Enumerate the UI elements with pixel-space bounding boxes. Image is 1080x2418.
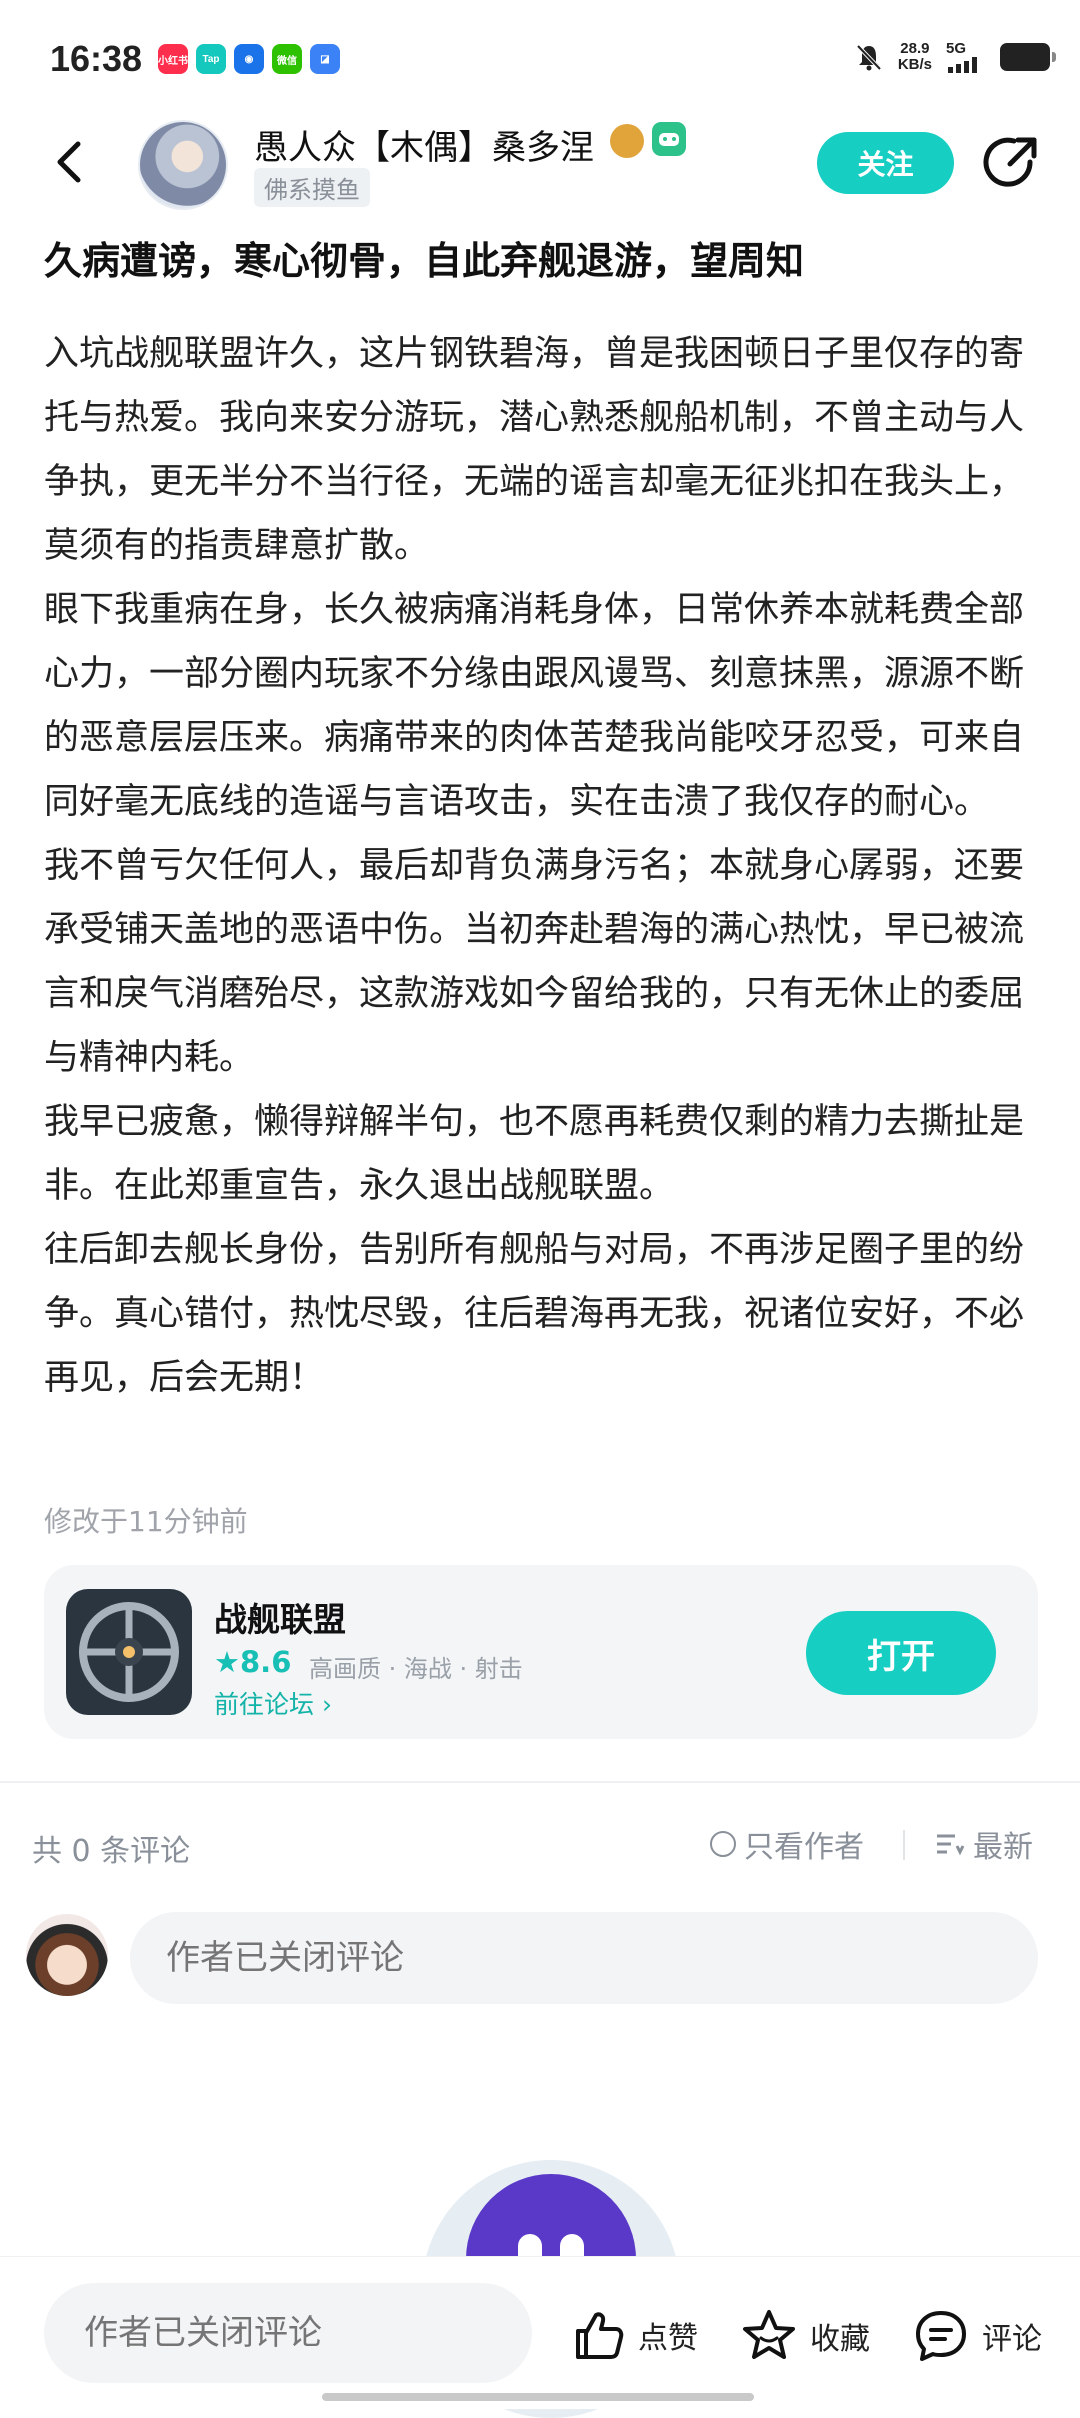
comment-bubble-icon	[916, 2311, 966, 2361]
game-forum-link[interactable]: 前往论坛 ›	[214, 1685, 332, 1721]
signal-icon	[948, 57, 977, 73]
network-type: 5G	[946, 40, 967, 57]
author-only-toggle[interactable]: 只看作者	[710, 1822, 864, 1866]
network-speed: 28.9 KB/s	[897, 39, 932, 73]
edited-timestamp: 修改于11分钟前	[44, 1505, 248, 1538]
share-icon[interactable]	[980, 132, 1042, 194]
comment-button[interactable]: 评论	[912, 2307, 1042, 2365]
notification-app-icons: 小红书 Tap ◉ 微信 ◪	[158, 44, 340, 74]
status-bar: 16:38 小红书 Tap ◉ 微信 ◪ 28.9 KB/s 5G	[0, 0, 1080, 120]
status-time: 16:38	[50, 38, 143, 79]
game-rating-value: 8.6	[240, 1645, 292, 1679]
game-rating: ★ 8.6	[214, 1645, 291, 1679]
comment-label: 评论	[982, 2322, 1042, 2357]
favorite-button[interactable]: 收藏	[740, 2307, 870, 2365]
post-body: 入坑战舰联盟许久，这片钢铁碧海，曾是我困顿日子里仅存的寄托与热爱。我向来安分游玩…	[44, 322, 1044, 1410]
gold-level-badge-icon	[610, 124, 644, 158]
sort-latest-button[interactable]: 最新	[935, 1822, 1033, 1866]
favorite-label: 收藏	[810, 2322, 870, 2357]
taptap-app-icon: Tap	[196, 44, 226, 74]
author-username[interactable]: 愚人众【木偶】桑多涅	[254, 120, 594, 169]
author-only-label: 只看作者	[744, 1830, 864, 1865]
gamepad-icon	[659, 133, 679, 146]
post-paragraph: 往后卸去舰长身份，告别所有舰船与对局，不再涉足圈子里的纷争。真心错付，热忱尽毁，…	[44, 1230, 1025, 1398]
back-arrow-icon[interactable]	[44, 132, 94, 192]
wechat-app-icon: 微信	[272, 44, 302, 74]
game-name: 战舰联盟	[214, 1600, 346, 1639]
circle-app-icon: ◉	[234, 44, 264, 74]
post-paragraph: 入坑战舰联盟许久，这片钢铁碧海，曾是我困顿日子里仅存的寄托与热爱。我向来安分游玩…	[44, 334, 1025, 566]
game-logo-icon	[66, 1589, 192, 1715]
xiaohongshu-app-icon: 小红书	[158, 44, 188, 74]
author-avatar[interactable]	[138, 120, 228, 210]
network-speed-value: 28.9	[900, 39, 930, 57]
comment-input[interactable]	[130, 1912, 1038, 2004]
status-right-group: 28.9 KB/s 5G	[854, 39, 1056, 73]
post-paragraph: 眼下我重病在身，长久被病痛消耗身体，日常休养本就耗费全部心力，一部分圈内玩家不分…	[44, 590, 1025, 822]
post-header: 愚人众【木偶】桑多涅 佛系摸鱼 关注	[0, 110, 1080, 220]
radio-circle-icon[interactable]	[710, 1831, 736, 1857]
follow-button[interactable]: 关注	[817, 132, 954, 194]
sort-list-icon	[937, 1834, 965, 1856]
network-indicator: 5G	[946, 40, 986, 73]
network-speed-unit: KB/s	[897, 55, 932, 73]
author-tag: 佛系摸鱼	[254, 168, 370, 207]
filter-separator	[903, 1830, 905, 1860]
bottom-comment-input[interactable]	[44, 2283, 532, 2383]
battery-icon	[1000, 42, 1056, 71]
star-icon: ★	[214, 1645, 240, 1679]
post-paragraph: 我不曾亏欠任何人，最后却背负满身污名；本就身心孱弱，还要承受铺天盖地的恶语中伤。…	[44, 846, 1025, 1078]
mute-bell-icon	[856, 44, 882, 70]
section-divider	[0, 1781, 1080, 1783]
browser-app-icon: ◪	[310, 44, 340, 74]
game-tags: 高画质 · 海战 · 射击	[309, 1655, 523, 1683]
home-indicator[interactable]	[322, 2393, 754, 2401]
thumbs-up-icon	[576, 2312, 624, 2359]
star-outline-icon	[743, 2310, 795, 2359]
game-badge-icon	[652, 122, 686, 156]
post-title: 久病遭谤，寒心彻骨，自此弃舰退游，望周知	[44, 239, 805, 283]
open-game-button[interactable]: 打开	[806, 1611, 996, 1695]
comment-count: 共 0 条评论	[32, 1834, 191, 1869]
like-label: 点赞	[638, 2321, 698, 2356]
post-paragraph: 我早已疲惫，懒得辩解半句，也不愿再耗费仅剩的精力去撕扯是非。在此郑重宣告，永久退…	[44, 1102, 1025, 1206]
like-button[interactable]: 点赞	[570, 2307, 698, 2363]
game-card[interactable]: 战舰联盟 ★ 8.6 高画质 · 海战 · 射击 前往论坛 › 打开	[44, 1565, 1038, 1739]
bottom-action-bar: 点赞 收藏 评论	[0, 2256, 1080, 2409]
current-user-avatar[interactable]	[26, 1914, 108, 1996]
sort-latest-label: 最新	[973, 1830, 1033, 1865]
